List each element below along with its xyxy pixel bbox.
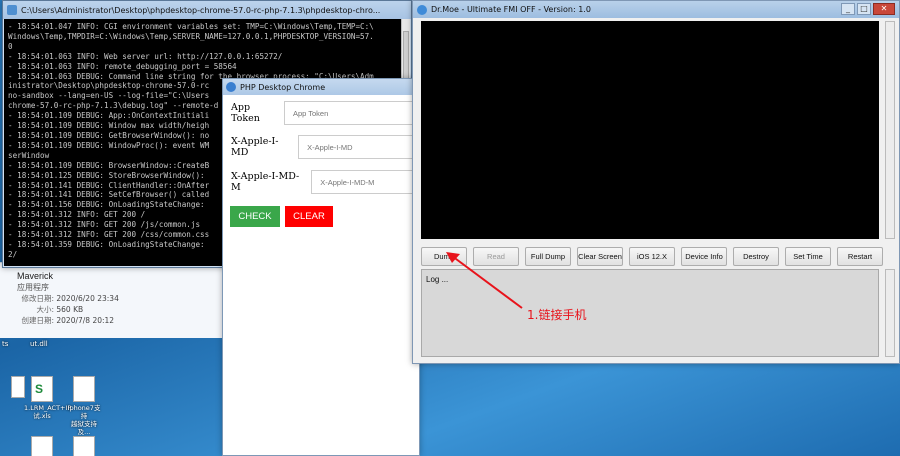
drmoe-titlebar[interactable]: Dr.Moe - Ultimate FMI OFF - Version: 1.0… [413,1,899,18]
drmoe-app-icon [417,4,427,15]
size-row: 大小: 560 KB [18,304,83,315]
file-icon [31,436,53,456]
desktop-icon-label-ts[interactable]: ts [2,340,8,348]
minimize-button[interactable]: _ [841,3,855,15]
set-time-button[interactable]: Set Time [785,247,831,266]
annotation-arrow-icon [446,252,523,309]
desktop-icon-bottom-2[interactable] [66,436,102,456]
spreadsheet-file-icon [31,376,53,402]
console-line: 0 [8,41,13,51]
desktop-icon-label: 1.LRM_ACT+IP 试.xls [24,404,72,420]
desktop-icon-bottom-1[interactable] [24,436,60,456]
size-value: 560 KB [56,305,84,314]
restart-button[interactable]: Restart [837,247,883,266]
created-value: 2020/7/8 20:12 [56,316,115,325]
file-icon [11,376,25,398]
php-desktop-window[interactable]: PHP Desktop Chrome App Token X-Apple-I-M… [222,78,420,456]
size-label: 大小: [36,305,54,314]
desktop-icon-xls[interactable]: 1.LRM_ACT+IP试.xls [24,376,72,420]
x-apple-i-md-row: X-Apple-I-MD [231,135,419,159]
x-apple-i-md-m-row: X-Apple-I-MD-M [231,170,419,194]
desktop-icon-doc[interactable]: Iphone7支持 越狱支持及... [66,376,102,436]
file-name: Maverick [17,271,54,281]
modified-value: 2020/6/20 23:34 [56,294,119,303]
close-button[interactable]: ✕ [873,3,895,15]
desktop-icon-label: Iphone7支持 越狱支持及... [67,404,101,436]
screen-scrollbar[interactable] [885,21,895,239]
drmoe-title: Dr.Moe - Ultimate FMI OFF - Version: 1.0 [431,5,591,14]
full-dump-button[interactable]: Full Dump [525,247,571,266]
check-button[interactable]: CHECK [230,206,280,227]
device-info-button[interactable]: Device Info [681,247,727,266]
app-token-label: App Token [231,102,260,124]
php-window-title: PHP Desktop Chrome [240,82,326,92]
console-line: - 18:54:01.047 INFO: CGI environment var… [8,22,374,31]
window-controls: _ □ ✕ [841,3,895,15]
x-apple-i-md-m-label: X-Apple-I-MD-M [231,171,300,193]
explorer-details-pane: Maverick 应用程序 修改日期: 2020/6/20 23:34 大小: … [0,262,230,338]
chrome-app-icon [226,82,236,92]
log-scrollbar[interactable] [885,269,895,357]
x-apple-i-md-m-input[interactable] [311,170,419,194]
console-app-icon [7,5,17,15]
maximize-button[interactable]: □ [857,3,871,15]
console-titlebar[interactable]: C:\Users\Administrator\Desktop\phpdeskto… [3,1,411,19]
modified-label: 修改日期: [21,294,54,303]
destroy-button[interactable]: Destroy [733,247,779,266]
desktop-icon-label-dll[interactable]: ut.dll [30,340,48,348]
x-apple-i-md-input[interactable] [298,135,419,159]
clear-screen-button[interactable]: Clear Screen [577,247,623,266]
device-screen-area [421,21,879,239]
ios12x-button[interactable]: iOS 12.X [629,247,675,266]
document-file-icon [73,376,95,402]
clear-button[interactable]: CLEAR [285,206,333,227]
console-line: Windows\Temp,TMPDIR=C:\Windows\Temp,SERV… [8,31,374,41]
modified-row: 修改日期: 2020/6/20 23:34 [18,293,119,304]
console-line: - 18:54:01.063 INFO: remote_debugging_po… [8,61,237,71]
created-label: 创建日期: [21,316,54,325]
created-row: 创建日期: 2020/7/8 20:12 [18,315,114,326]
x-apple-i-md-label: X-Apple-I-MD [231,136,279,158]
console-line: - 18:54:01.063 INFO: Web server url: htt… [8,51,283,61]
app-token-input[interactable] [283,101,419,125]
annotation-text: 1.链接手机 [527,308,587,322]
file-icon [73,436,95,456]
app-token-row: App Token [231,101,419,125]
file-type: 应用程序 [17,283,49,292]
php-titlebar[interactable]: PHP Desktop Chrome [223,79,419,95]
console-title: C:\Users\Administrator\Desktop\phpdeskto… [21,5,381,15]
